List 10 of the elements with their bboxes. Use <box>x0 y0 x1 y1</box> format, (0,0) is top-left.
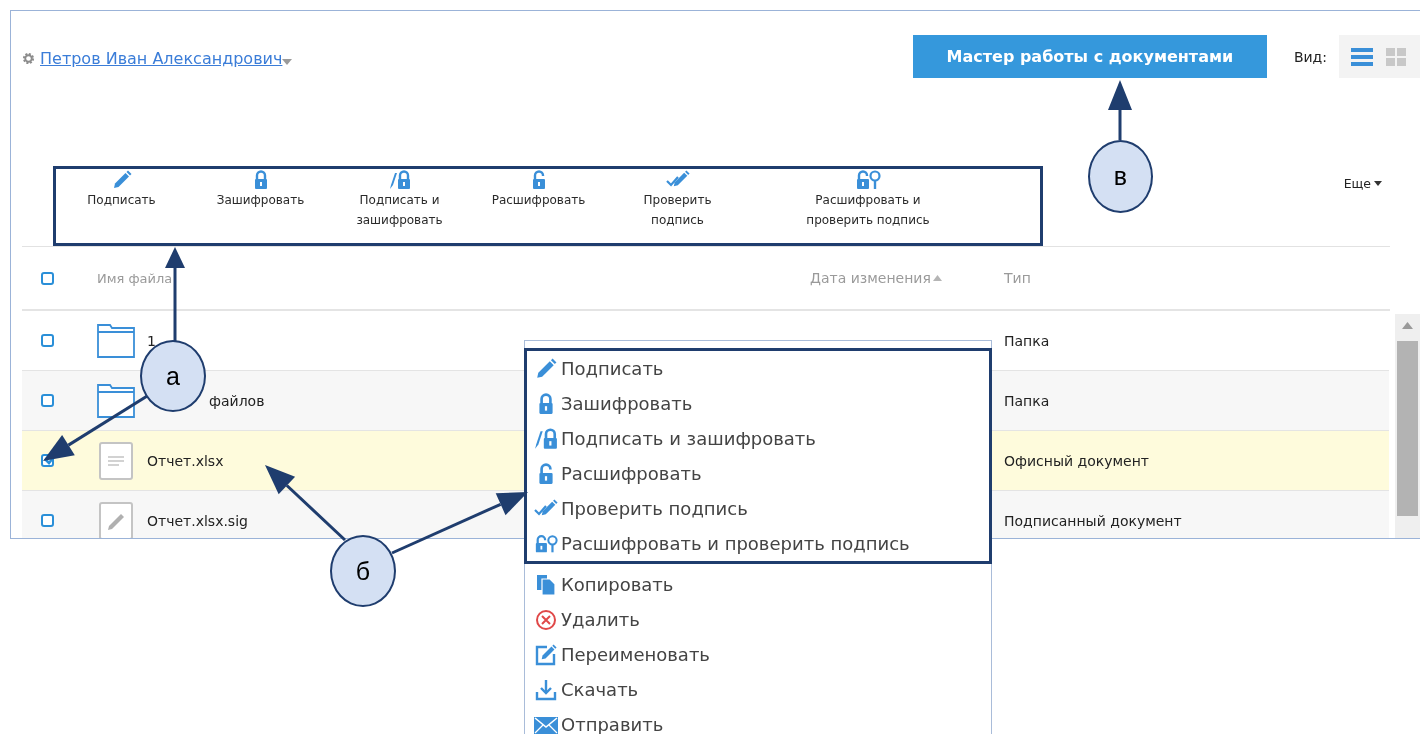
view-label: Вид: <box>1293 49 1327 65</box>
file-name: Отчет.xlsx <box>147 452 224 469</box>
file-type: Офисный документ <box>1004 452 1149 469</box>
file-type: Папка <box>1004 332 1050 349</box>
callout-marker: в <box>1088 140 1153 213</box>
file-type: Подписанный документ <box>1004 512 1182 529</box>
callout-marker: б <box>330 535 396 607</box>
file-type: Папка <box>1004 392 1050 409</box>
file-name: файлов <box>209 392 265 409</box>
file-name: Отчет.xlsx.sig <box>147 512 248 529</box>
